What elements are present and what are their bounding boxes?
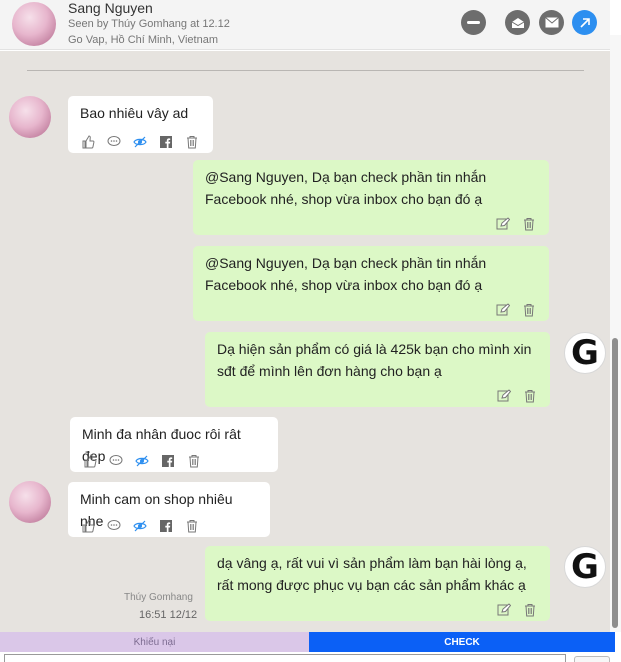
customer-avatar-small[interactable]	[9, 96, 51, 138]
like-icon[interactable]	[80, 135, 96, 149]
outgoing-message: Dạ hiện sản phẩm có giá là 425k bạn cho …	[205, 332, 550, 407]
send-button[interactable]	[574, 656, 610, 662]
edit-icon[interactable]	[496, 603, 512, 617]
message-text: dạ vâng ạ, rất vui vì sản phẩm làm bạn h…	[217, 555, 527, 593]
scrollbar-thumb[interactable]	[612, 338, 618, 628]
hide-icon[interactable]	[134, 454, 150, 468]
facebook-icon[interactable]	[158, 519, 174, 533]
trash-icon[interactable]	[184, 519, 200, 533]
outgoing-message: @Sang Nguyen, Dạ bạn check phần tin nhắn…	[193, 160, 549, 235]
message-author: Thúy Gomhang	[124, 592, 193, 603]
conversation-window: Sang Nguyen Seen by Thúy Gomhang at 12.1…	[0, 0, 621, 662]
incoming-message: Minh đa nhân đuoc rôi rât đep	[70, 417, 278, 472]
trash-icon[interactable]	[522, 389, 538, 403]
hide-icon[interactable]	[132, 135, 148, 149]
trash-icon[interactable]	[522, 603, 538, 617]
comment-icon[interactable]	[106, 135, 122, 149]
agent-avatar[interactable]: G	[564, 332, 606, 374]
message-actions	[495, 217, 537, 231]
facebook-icon[interactable]	[158, 135, 174, 149]
mail-open-icon	[511, 17, 524, 28]
message-text: @Sang Nguyen, Dạ bạn check phần tin nhắn…	[205, 255, 487, 293]
trash-icon[interactable]	[186, 454, 202, 468]
hide-icon[interactable]	[132, 519, 148, 533]
trash-icon[interactable]	[184, 135, 200, 149]
date-divider	[27, 70, 584, 71]
send-mail-button[interactable]	[539, 10, 564, 35]
edit-icon[interactable]	[495, 217, 511, 231]
conversation-header: Sang Nguyen Seen by Thúy Gomhang at 12.1…	[0, 0, 610, 50]
complaint-tab[interactable]: Khiếu nại	[0, 632, 309, 652]
check-tab[interactable]: CHECK	[309, 632, 615, 652]
message-text: Dạ hiện sản phẩm có giá là 425k bạn cho …	[217, 341, 532, 379]
customer-location: Go Vap, Hồ Chí Minh, Vietnam	[68, 34, 218, 46]
incoming-message: Bao nhiêu vây ad	[68, 96, 213, 153]
message-text: Bao nhiêu vây ad	[80, 105, 189, 121]
reply-input[interactable]	[4, 654, 566, 662]
message-actions	[82, 454, 202, 468]
message-actions	[80, 519, 200, 533]
message-actions	[496, 603, 538, 617]
incoming-message: Minh cam on shop nhiêu nhe	[68, 482, 270, 537]
message-actions	[80, 135, 200, 149]
open-external-button[interactable]	[572, 10, 597, 35]
customer-name[interactable]: Sang Nguyen	[68, 0, 153, 16]
message-actions	[495, 303, 537, 317]
comment-icon[interactable]	[106, 519, 122, 533]
comment-icon[interactable]	[108, 454, 124, 468]
trash-icon[interactable]	[521, 303, 537, 317]
outgoing-message: @Sang Nguyen, Dạ bạn check phần tin nhắn…	[193, 246, 549, 321]
block-button[interactable]	[461, 10, 486, 35]
message-list[interactable]: Bao nhiêu vây ad @Sang Nguyen, Dạ bạn ch…	[0, 51, 610, 632]
edit-icon[interactable]	[495, 303, 511, 317]
like-icon[interactable]	[82, 454, 98, 468]
block-icon	[467, 21, 480, 24]
mark-read-button[interactable]	[505, 10, 530, 35]
external-link-icon	[579, 17, 590, 28]
agent-avatar[interactable]: G	[564, 546, 606, 588]
message-text: @Sang Nguyen, Dạ bạn check phần tin nhắn…	[205, 169, 487, 207]
message-time: 16:51 12/12	[139, 609, 198, 621]
mail-icon	[544, 17, 559, 28]
customer-avatar[interactable]	[12, 2, 56, 46]
trash-icon[interactable]	[521, 217, 537, 231]
seen-status: Seen by Thúy Gomhang at 12.12	[68, 18, 230, 30]
outgoing-message: dạ vâng ạ, rất vui vì sản phẩm làm bạn h…	[205, 546, 550, 621]
edit-icon[interactable]	[496, 389, 512, 403]
like-icon[interactable]	[80, 519, 96, 533]
message-actions	[496, 389, 538, 403]
customer-avatar-small[interactable]	[9, 481, 51, 523]
facebook-icon[interactable]	[160, 454, 176, 468]
